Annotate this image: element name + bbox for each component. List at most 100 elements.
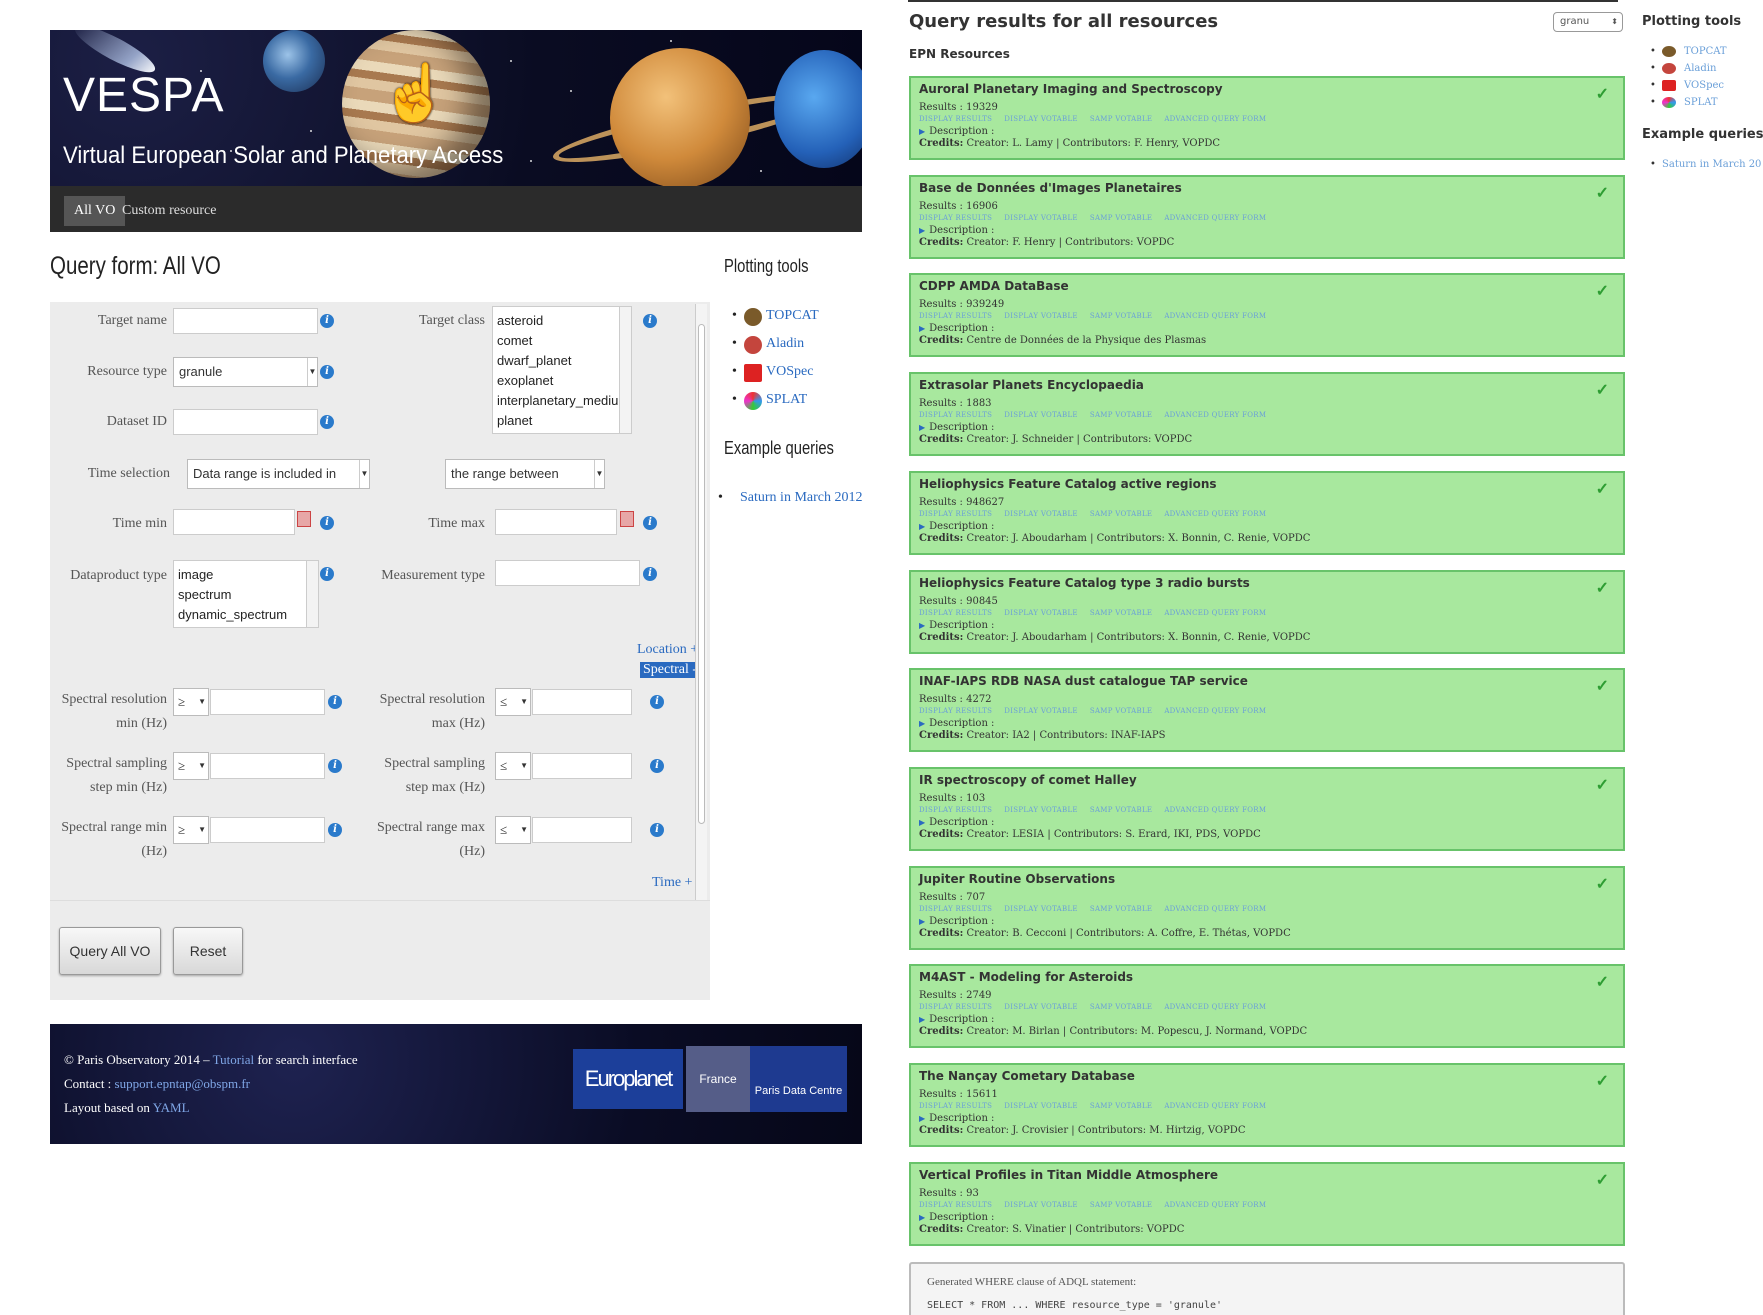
- resource-title[interactable]: CDPP AMDA DataBase: [919, 279, 1069, 293]
- target-class-option[interactable]: dwarf_planet: [497, 351, 627, 371]
- samp-votable-link[interactable]: SAMP VOTABLE: [1090, 214, 1152, 222]
- samp-votable-link[interactable]: SAMP VOTABLE: [1090, 1102, 1152, 1110]
- display-results-link[interactable]: DISPLAY RESULTS: [919, 1003, 992, 1011]
- reset-button[interactable]: Reset: [173, 927, 243, 975]
- samp-votable-link[interactable]: SAMP VOTABLE: [1090, 510, 1152, 518]
- info-icon[interactable]: i: [650, 823, 664, 837]
- display-votable-link[interactable]: DISPLAY VOTABLE: [1004, 214, 1078, 222]
- advanced-query-link[interactable]: ADVANCED QUERY FORM: [1164, 1201, 1266, 1209]
- resource-title[interactable]: INAF-IAPS RDB NASA dust catalogue TAP se…: [919, 674, 1248, 688]
- spectral-range-min-input[interactable]: [210, 817, 325, 843]
- operator-select[interactable]: ≥ ▼: [173, 752, 209, 780]
- spectral-samp-min-input[interactable]: [210, 753, 325, 779]
- resource-title[interactable]: Base de Données d'Images Planetaires: [919, 181, 1182, 195]
- resource-title[interactable]: Auroral Planetary Imaging and Spectrosco…: [919, 82, 1223, 96]
- nav-custom-resource[interactable]: Custom resource: [112, 196, 226, 226]
- display-results-link[interactable]: DISPLAY RESULTS: [919, 510, 992, 518]
- spectral-samp-max-input[interactable]: [532, 753, 632, 779]
- tutorial-link[interactable]: Tutorial: [213, 1052, 254, 1067]
- time-max-input[interactable]: [495, 509, 617, 535]
- target-class-option[interactable]: comet: [497, 331, 627, 351]
- description-toggle[interactable]: ▶ Description :: [919, 323, 994, 334]
- operator-select[interactable]: ≥ ▼: [173, 688, 209, 716]
- tool-splat[interactable]: SPLAT: [730, 386, 819, 414]
- display-votable-link[interactable]: DISPLAY VOTABLE: [1004, 806, 1078, 814]
- samp-votable-link[interactable]: SAMP VOTABLE: [1090, 1003, 1152, 1011]
- tool-vospec[interactable]: VOSpec: [730, 358, 819, 386]
- samp-votable-link[interactable]: SAMP VOTABLE: [1090, 411, 1152, 419]
- yaml-link[interactable]: YAML: [153, 1100, 190, 1115]
- calendar-icon[interactable]: [620, 511, 634, 527]
- results-tool-aladin[interactable]: Aladin: [1642, 60, 1727, 77]
- resource-type-select[interactable]: granule ▼: [173, 357, 318, 387]
- display-votable-link[interactable]: DISPLAY VOTABLE: [1004, 312, 1078, 320]
- listbox-scrollbar[interactable]: [306, 561, 318, 627]
- description-toggle[interactable]: ▶ Description :: [919, 1113, 994, 1124]
- resource-title[interactable]: Heliophysics Feature Catalog active regi…: [919, 477, 1217, 491]
- spectral-res-max-input[interactable]: [532, 689, 632, 715]
- paris-data-centre-logo[interactable]: Paris Data Centre: [750, 1046, 847, 1112]
- description-toggle[interactable]: ▶ Description :: [919, 422, 994, 433]
- samp-votable-link[interactable]: SAMP VOTABLE: [1090, 806, 1152, 814]
- resource-title[interactable]: The Nançay Cometary Database: [919, 1069, 1135, 1083]
- spectral-res-min-input[interactable]: [210, 689, 325, 715]
- display-results-link[interactable]: DISPLAY RESULTS: [919, 905, 992, 913]
- resource-title[interactable]: Heliophysics Feature Catalog type 3 radi…: [919, 576, 1250, 590]
- calendar-icon[interactable]: [297, 511, 311, 527]
- spectral-section-toggle[interactable]: Spectral -: [640, 662, 701, 678]
- resource-type-filter-select[interactable]: granu ⬍: [1553, 12, 1623, 32]
- display-votable-link[interactable]: DISPLAY VOTABLE: [1004, 1003, 1078, 1011]
- europlanet-logo[interactable]: Europlanet: [573, 1049, 683, 1109]
- samp-votable-link[interactable]: SAMP VOTABLE: [1090, 115, 1152, 123]
- time-section-toggle[interactable]: Time +: [652, 875, 692, 891]
- results-tool-splat[interactable]: SPLAT: [1642, 94, 1727, 111]
- info-icon[interactable]: i: [320, 516, 334, 530]
- operator-select[interactable]: ≤ ▼: [495, 688, 531, 716]
- info-icon[interactable]: i: [320, 365, 334, 379]
- target-class-option[interactable]: asteroid: [497, 311, 627, 331]
- contact-email-link[interactable]: support.epntap@obspm.fr: [115, 1076, 250, 1091]
- samp-votable-link[interactable]: SAMP VOTABLE: [1090, 609, 1152, 617]
- form-scrollbar[interactable]: [695, 304, 707, 900]
- target-class-option[interactable]: exoplanet: [497, 371, 627, 391]
- info-icon[interactable]: i: [643, 516, 657, 530]
- samp-votable-link[interactable]: SAMP VOTABLE: [1090, 905, 1152, 913]
- tool-topcat[interactable]: TOPCAT: [730, 302, 819, 330]
- advanced-query-link[interactable]: ADVANCED QUERY FORM: [1164, 609, 1266, 617]
- target-name-input[interactable]: [173, 308, 318, 334]
- display-votable-link[interactable]: DISPLAY VOTABLE: [1004, 707, 1078, 715]
- dataproduct-option[interactable]: spectrum: [178, 585, 314, 605]
- spectral-range-max-input[interactable]: [532, 817, 632, 843]
- tool-aladin[interactable]: Aladin: [730, 330, 819, 358]
- resource-title[interactable]: M4AST - Modeling for Asteroids: [919, 970, 1133, 984]
- advanced-query-link[interactable]: ADVANCED QUERY FORM: [1164, 411, 1266, 419]
- display-results-link[interactable]: DISPLAY RESULTS: [919, 411, 992, 419]
- display-results-link[interactable]: DISPLAY RESULTS: [919, 1201, 992, 1209]
- resource-title[interactable]: IR spectroscopy of comet Halley: [919, 773, 1137, 787]
- target-class-listbox[interactable]: asteroid comet dwarf_planet exoplanet in…: [492, 306, 632, 434]
- samp-votable-link[interactable]: SAMP VOTABLE: [1090, 707, 1152, 715]
- results-tool-topcat[interactable]: TOPCAT: [1642, 43, 1727, 60]
- advanced-query-link[interactable]: ADVANCED QUERY FORM: [1164, 707, 1266, 715]
- advanced-query-link[interactable]: ADVANCED QUERY FORM: [1164, 1102, 1266, 1110]
- target-class-option[interactable]: interplanetary_medium: [497, 391, 629, 411]
- results-tool-vospec[interactable]: VOSpec: [1642, 77, 1727, 94]
- description-toggle[interactable]: ▶ Description :: [919, 817, 994, 828]
- description-toggle[interactable]: ▶ Description :: [919, 225, 994, 236]
- display-results-link[interactable]: DISPLAY RESULTS: [919, 806, 992, 814]
- display-results-link[interactable]: DISPLAY RESULTS: [919, 1102, 992, 1110]
- dataproduct-option[interactable]: image: [178, 565, 314, 585]
- dataproduct-option[interactable]: dynamic_spectrum: [178, 605, 314, 625]
- advanced-query-link[interactable]: ADVANCED QUERY FORM: [1164, 905, 1266, 913]
- query-button[interactable]: Query All VO: [59, 927, 161, 975]
- description-toggle[interactable]: ▶ Description :: [919, 1014, 994, 1025]
- advanced-query-link[interactable]: ADVANCED QUERY FORM: [1164, 115, 1266, 123]
- operator-select[interactable]: ≤ ▼: [495, 752, 531, 780]
- resource-title[interactable]: Extrasolar Planets Encyclopaedia: [919, 378, 1144, 392]
- dataproduct-type-listbox[interactable]: image spectrum dynamic_spectrum: [173, 560, 319, 628]
- display-results-link[interactable]: DISPLAY RESULTS: [919, 214, 992, 222]
- location-section-toggle[interactable]: Location +: [637, 642, 698, 658]
- display-votable-link[interactable]: DISPLAY VOTABLE: [1004, 905, 1078, 913]
- time-selection-select[interactable]: Data range is included in ▼: [187, 459, 370, 489]
- advanced-query-link[interactable]: ADVANCED QUERY FORM: [1164, 312, 1266, 320]
